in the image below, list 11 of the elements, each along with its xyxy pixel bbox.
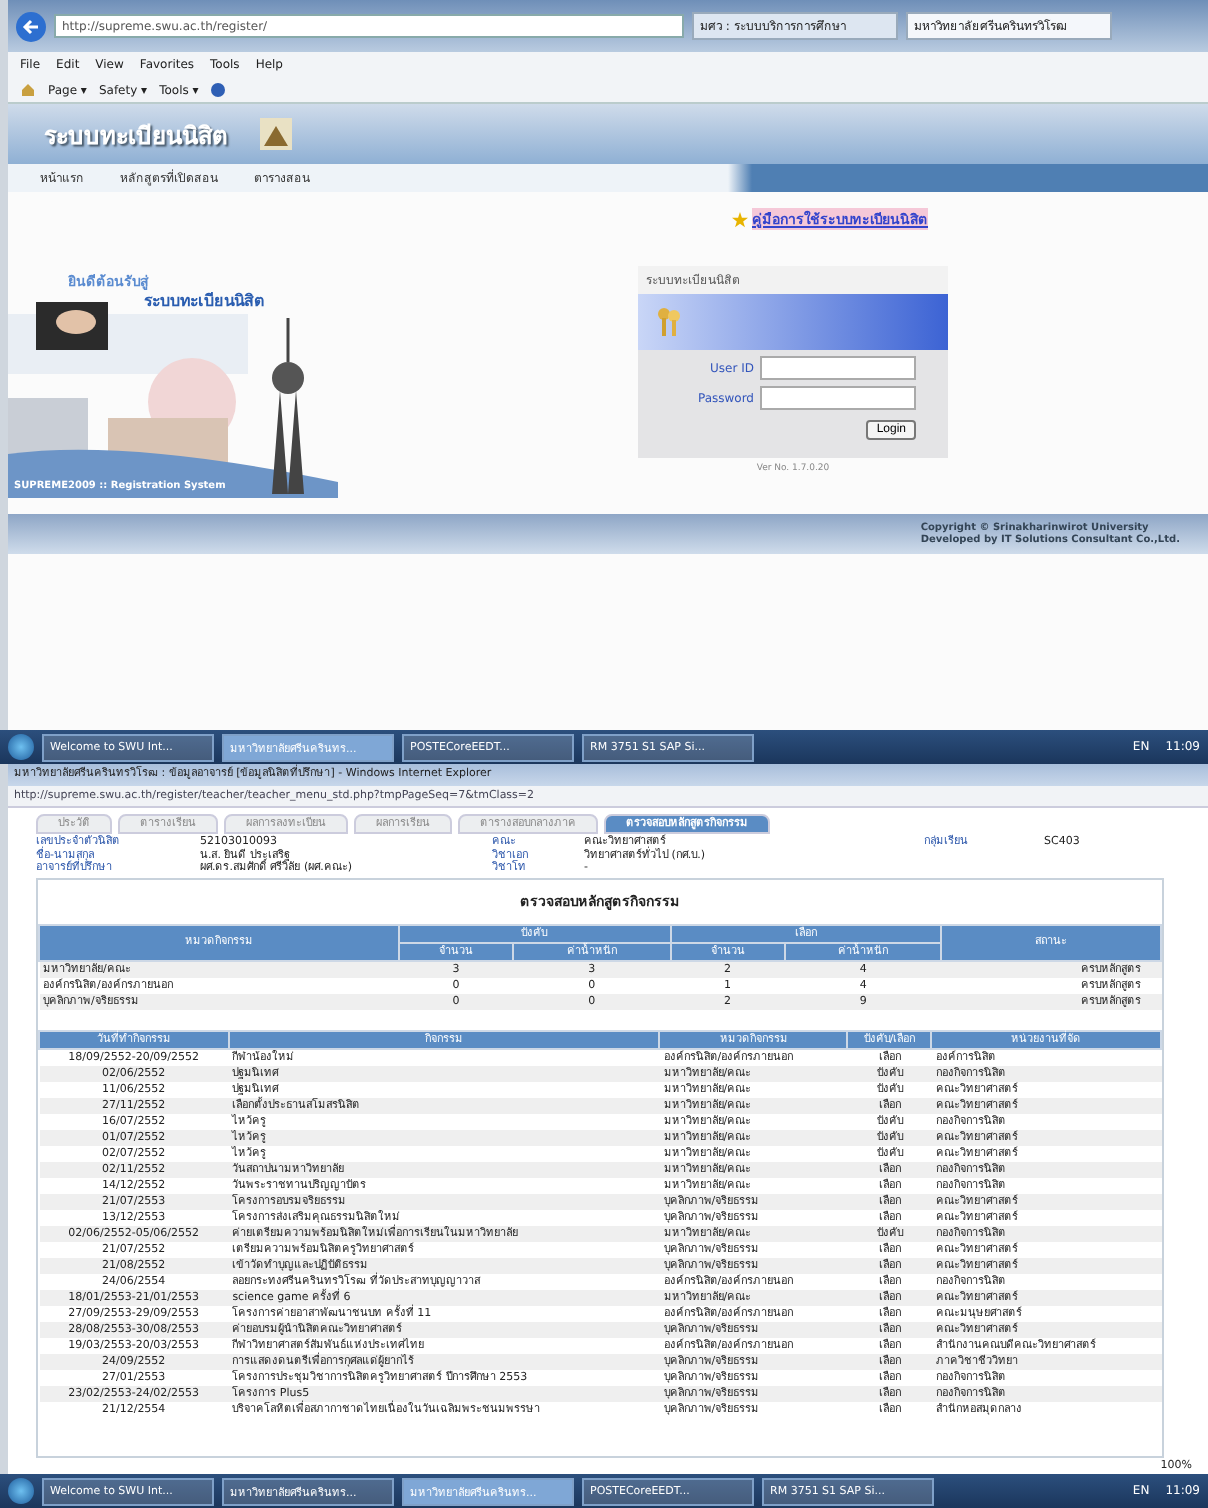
user-id-field[interactable]	[760, 356, 916, 380]
banner-title: ระบบทะเบียนนิสิต	[144, 290, 264, 314]
start-button[interactable]	[8, 734, 34, 760]
password-field[interactable]	[760, 386, 916, 410]
back-arrow-icon	[22, 17, 40, 35]
site-title: ระบบทะเบียนนิสิต	[44, 119, 228, 153]
keys-icon	[654, 306, 682, 338]
back-button[interactable]	[16, 11, 46, 41]
start-button[interactable]	[8, 1478, 34, 1504]
star-icon	[732, 211, 748, 227]
logo-icon	[260, 118, 292, 150]
